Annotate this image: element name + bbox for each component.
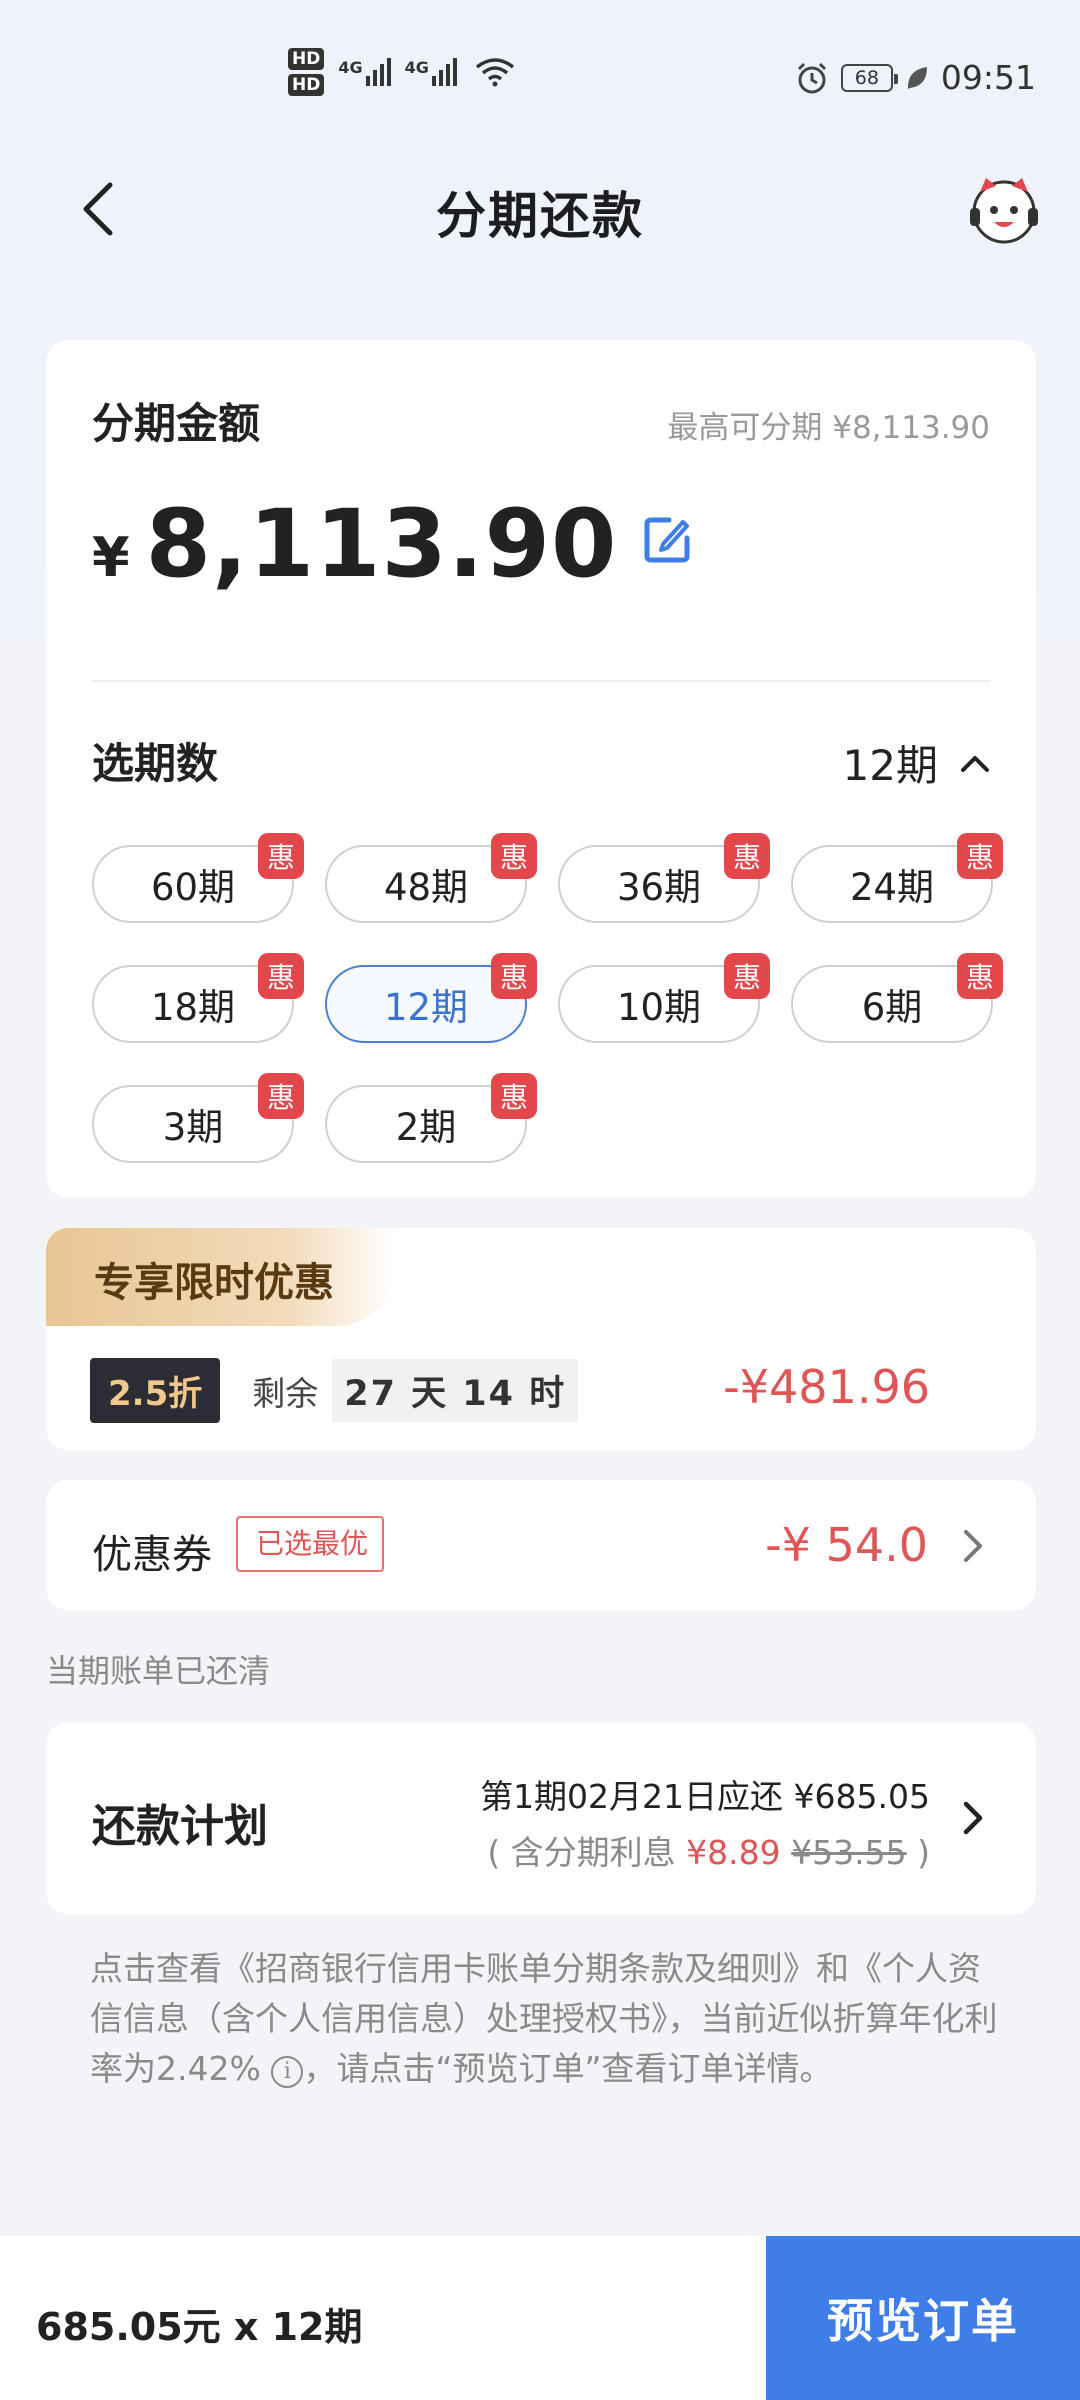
period-option-label: 60期 — [150, 866, 236, 909]
info-icon[interactable]: i — [271, 2056, 304, 2088]
remaining-label: 剩余 — [252, 1373, 319, 1413]
coupon-amount: -¥ 54.0 — [765, 1518, 928, 1572]
amount-value: 8,113.90 — [145, 490, 618, 599]
period-option-3[interactable]: 3期惠 — [92, 1073, 304, 1163]
signal1-icon: 4G — [338, 58, 391, 86]
mascot-service-icon[interactable] — [966, 172, 1042, 248]
period-option-60[interactable]: 60期惠 — [92, 833, 304, 923]
period-option-label: 12期 — [383, 986, 469, 1029]
period-option-36[interactable]: 36期惠 — [558, 833, 770, 923]
period-option-label: 18期 — [150, 986, 236, 1029]
discount-badge: 惠 — [258, 1073, 304, 1119]
chevron-right-icon — [964, 1530, 982, 1562]
header: 分期还款 — [0, 150, 1080, 270]
period-option-label: 6期 — [861, 986, 923, 1029]
hd2-icon: HD — [288, 74, 325, 96]
selected-period-toggle[interactable]: 12期 — [843, 732, 990, 793]
divider — [92, 680, 990, 682]
chevron-right-icon — [963, 1801, 983, 1835]
coupon-label: 优惠券 — [92, 1532, 212, 1578]
period-option-10[interactable]: 10期惠 — [558, 953, 770, 1043]
discount-badge: 惠 — [957, 833, 1003, 879]
period-option-label: 24期 — [849, 866, 935, 909]
discount-badge: 惠 — [258, 953, 304, 999]
coupon-row[interactable]: 优惠券 已选最优 -¥ 54.0 — [46, 1480, 1036, 1610]
discount-badge: 惠 — [724, 953, 770, 999]
chevron-up-icon — [961, 755, 989, 772]
page-title: 分期还款 — [436, 187, 644, 245]
selected-period-value: 12期 — [842, 741, 938, 790]
installment-card: 分期金额 最高可分期 ¥8,113.90 ¥ 8,113.90 选期数 12期 … — [46, 340, 1036, 1198]
remaining-time: 27 天 14 时 — [332, 1359, 579, 1422]
net2-label: 4G — [404, 58, 429, 77]
amount-row: ¥ 8,113.90 — [92, 490, 695, 599]
payment-summary: 685.05元 x 12期 — [36, 2305, 363, 2349]
promo-title: 专享限时优惠 — [46, 1228, 396, 1326]
promo-row: 2.5折 剩余 27 天 14 时 — [90, 1358, 579, 1423]
period-option-24[interactable]: 24期惠 — [791, 833, 1003, 923]
period-option-label: 3期 — [162, 1106, 224, 1149]
period-option-label: 10期 — [616, 986, 702, 1029]
period-option-12-selected[interactable]: 12期惠 — [325, 953, 537, 1043]
repayment-plan-row[interactable]: 还款计划 第1期02月21日应还 ¥685.05 ( 含分期利息 ¥8.89 ¥… — [46, 1722, 1036, 1914]
hd1-icon: HD — [288, 48, 325, 70]
status-bar: HD HD 4G 4G 68 09:51 — [0, 0, 1080, 130]
bottom-bar: 685.05元 x 12期 预览订单 — [0, 2236, 1080, 2400]
plan-interest-info: ( 含分期利息 ¥8.89 ¥53.55 ) — [487, 1826, 930, 1874]
edit-icon[interactable] — [639, 512, 695, 568]
period-option-label: 48期 — [383, 866, 469, 909]
currency-symbol: ¥ — [92, 526, 130, 589]
hd-indicators: HD HD — [288, 48, 325, 96]
coupon-best-tag: 已选最优 — [236, 1516, 385, 1572]
period-option-48[interactable]: 48期惠 — [325, 833, 537, 923]
period-option-label: 2期 — [395, 1106, 457, 1149]
discount-badge: 惠 — [491, 953, 537, 999]
plan-interest-prefix: ( 含分期利息 — [487, 1833, 687, 1872]
preview-order-button[interactable]: 预览订单 — [766, 2236, 1080, 2400]
disclaimer-text[interactable]: 点击查看《招商银行信用卡账单分期条款及细则》和《个人资信信息（含个人信用信息）处… — [90, 1944, 1010, 2094]
plan-label: 还款计划 — [92, 1801, 268, 1852]
period-option-2[interactable]: 2期惠 — [325, 1073, 537, 1163]
alarm-icon — [797, 62, 826, 93]
promo-discount-amount: -¥481.96 — [723, 1360, 930, 1414]
discount-badge: 惠 — [724, 833, 770, 879]
plan-interest-suffix: ) — [906, 1833, 930, 1872]
plan-first-payment: 第1期02月21日应还 ¥685.05 — [480, 1777, 930, 1816]
bill-status-text: 当期账单已还清 — [46, 1652, 271, 1690]
signal2-icon: 4G — [405, 58, 457, 86]
battery-icon: 68 — [840, 63, 898, 92]
max-amount-text: 最高可分期 ¥8,113.90 — [667, 410, 990, 446]
discount-badge: 惠 — [258, 833, 304, 879]
amount-label: 分期金额 — [92, 399, 261, 448]
status-network: HD HD 4G 4G — [288, 48, 515, 96]
plan-original-interest: ¥53.55 — [791, 1833, 907, 1872]
period-option-label: 36期 — [616, 866, 702, 909]
discount-badge: 惠 — [957, 953, 1003, 999]
status-right: 68 09:51 — [795, 58, 1036, 97]
period-option-6[interactable]: 6期惠 — [791, 953, 1003, 1043]
discount-badge: 惠 — [491, 833, 537, 879]
leaf-icon — [907, 66, 927, 89]
disclaimer-tail: ，请点击“预览订单”查看订单详情。 — [303, 2049, 833, 2088]
discount-rate-badge: 2.5折 — [90, 1358, 221, 1423]
promo-card: 专享限时优惠 2.5折 剩余 27 天 14 时 -¥481.96 — [46, 1228, 1036, 1450]
plan-interest-value: ¥8.89 — [686, 1833, 781, 1872]
period-label: 选期数 — [92, 739, 219, 788]
status-time: 09:51 — [940, 58, 1036, 97]
net1-label: 4G — [338, 58, 363, 77]
period-option-18[interactable]: 18期惠 — [92, 953, 304, 1043]
wifi-icon — [475, 58, 514, 87]
discount-badge: 惠 — [491, 1073, 537, 1119]
